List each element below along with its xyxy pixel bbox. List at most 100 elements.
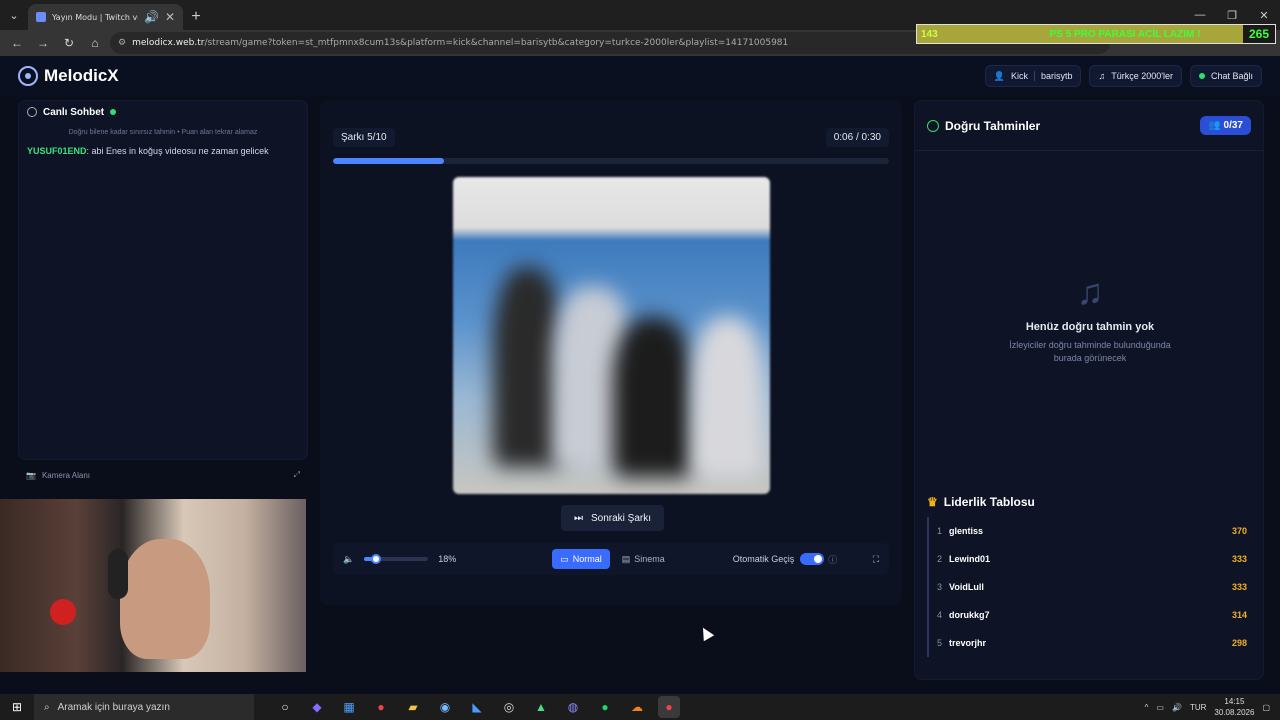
info-icon[interactable]: ⓘ <box>828 553 837 566</box>
guesses-title: Doğru Tahminler <box>945 118 1041 133</box>
empty-subtitle-line2: burada görünecek <box>1053 353 1127 363</box>
chat-username: YUSUF01END <box>27 146 87 156</box>
guesses-count-badge: 👥 0/37 <box>1200 116 1251 135</box>
site-info-icon[interactable]: ⚙ <box>118 38 126 48</box>
volume-knob[interactable] <box>370 554 381 564</box>
home-icon[interactable]: ⌂ <box>84 32 106 54</box>
windows-start-icon[interactable]: ⊞ <box>0 700 34 714</box>
forward-icon[interactable]: → <box>32 32 54 54</box>
app-icon[interactable]: ◣ <box>466 696 488 718</box>
url-host: melodicx.web.tr <box>132 38 205 48</box>
network-icon[interactable]: ▭ <box>1156 703 1164 712</box>
skip-next-icon: ⏭ <box>573 512 583 524</box>
mode-cinema-button[interactable]: ▤ Sinema <box>614 549 673 569</box>
music-note-icon: ♫ <box>1076 271 1104 312</box>
tray-chevron-icon[interactable]: ^ <box>1145 703 1149 712</box>
chat-bubble-icon <box>27 107 37 117</box>
leaderboard-header: ♛ Liderlik Tablosu <box>927 495 1035 509</box>
url-path: /stream/game?token=st_mtfpmnx8cum13s&pla… <box>204 38 789 48</box>
leaderboard-rank: 2 <box>937 554 943 564</box>
mouse-cursor-icon <box>697 624 715 642</box>
spotify-icon[interactable]: ● <box>594 696 616 718</box>
clock[interactable]: 14:15 30.08.2026 <box>1214 696 1254 718</box>
leaderboard-row: 2 Lewind01 333 <box>927 545 1253 573</box>
cloud-icon[interactable]: ☁ <box>626 696 648 718</box>
leaderboard-name: dorukkg7 <box>949 610 990 620</box>
store-icon[interactable]: ▦ <box>338 696 360 718</box>
leaderboard-name: glentiss <box>949 526 984 536</box>
player-panel: Şarkı 5/10 0:06 / 0:30 ⏭ Sonraki Şarkı 🔈… <box>320 100 902 605</box>
leaderboard-name: VoidLull <box>949 582 984 592</box>
leaderboard-rank: 3 <box>937 582 943 592</box>
leaderboard-score: 333 <box>1231 554 1247 564</box>
chat-message: YUSUF01END: abi Enes in koğuş videosu ne… <box>19 146 307 156</box>
auto-switch-label: Otomatik Geçiş <box>732 554 795 564</box>
search-icon: ⌕ <box>44 701 50 713</box>
progress-fill <box>333 158 445 164</box>
app-icon[interactable]: ▲ <box>530 696 552 718</box>
guesses-header: Doğru Tahminler 👥 0/37 <box>915 101 1263 151</box>
banner-left-number: 143 <box>921 28 938 40</box>
song-progress-bar <box>333 158 889 164</box>
app-icon[interactable]: ◆ <box>306 696 328 718</box>
chat-text: : abi Enes in koğuş videosu ne zaman gel… <box>86 146 269 156</box>
mode-normal-button[interactable]: ▭ Normal <box>552 549 610 569</box>
app-icon[interactable]: ◎ <box>498 696 520 718</box>
leaderboard-row: 4 dorukkg7 314 <box>927 601 1253 629</box>
leaderboard-row: 1 glentiss 370 <box>927 517 1253 545</box>
guesses-panel: Doğru Tahminler 👥 0/37 ♫ Henüz doğru tah… <box>914 100 1264 680</box>
category-pill: ♫ Türkçe 2000'ler <box>1089 65 1182 87</box>
reload-icon[interactable]: ↻ <box>58 32 80 54</box>
folder-icon[interactable]: ▰ <box>402 696 424 718</box>
camera-label: Kamera Alanı <box>41 470 90 480</box>
browser-tab[interactable]: Yayın Modu | Twitch ve Kick 🔊 ✕ <box>28 4 183 30</box>
leaderboard-row: 5 trevorjhr 298 <box>927 629 1253 657</box>
volume-slider[interactable] <box>364 554 429 564</box>
webcam-feed <box>0 499 306 672</box>
auto-switch-toggle[interactable] <box>800 553 825 565</box>
chrome-icon[interactable]: ● <box>370 696 392 718</box>
time-separator: / <box>855 132 859 143</box>
steam-icon[interactable]: ◉ <box>434 696 456 718</box>
leaderboard-rank: 4 <box>937 610 943 620</box>
notification-icon[interactable]: ▢ <box>1262 703 1270 712</box>
song-counter: Şarkı 5/10 <box>333 128 395 147</box>
chat-title: Canlı Sohbet <box>43 106 105 118</box>
next-song-label: Sonraki Şarkı <box>590 512 652 524</box>
volume-icon[interactable]: 🔈 <box>343 554 354 565</box>
logo[interactable]: MelodicX <box>18 66 119 86</box>
platform-label: Kick <box>1010 71 1028 81</box>
music-note-icon: ♫ <box>1098 71 1106 81</box>
time-total: 0:30 <box>861 132 881 143</box>
tab-close-icon[interactable]: ✕ <box>165 10 175 24</box>
taskbar-search[interactable]: ⌕ Aramak için buraya yazın <box>34 694 254 720</box>
back-icon[interactable]: ← <box>6 32 28 54</box>
check-circle-icon <box>927 119 939 132</box>
camera-area-header: 📷 Kamera Alanı ⤢ <box>18 466 308 484</box>
task-view-icon[interactable]: ○ <box>274 696 296 718</box>
guesses-count: 0/37 <box>1223 120 1243 131</box>
chrome-active-icon[interactable]: ● <box>658 696 680 718</box>
leaderboard-name: trevorjhr <box>949 638 987 648</box>
chat-hint: Doğru bilene kadar sınırsız tahmin • Pua… <box>68 129 258 136</box>
clock-date: 30.08.2026 <box>1214 708 1255 717</box>
fullscreen-icon[interactable]: ⛶ <box>873 554 879 565</box>
mode-normal-label: Normal <box>572 554 602 564</box>
speaker-icon[interactable]: 🔊 <box>1172 703 1182 712</box>
expand-icon[interactable]: ⤢ <box>294 470 300 480</box>
tab-search-icon[interactable]: ⌄ <box>0 0 28 30</box>
leaderboard-list: 1 glentiss 370 2 Lewind01 333 3 VoidLull… <box>927 517 1253 657</box>
empty-subtitle: İzleyiciler doğru tahminde bulunduğunda … <box>915 339 1265 365</box>
live-dot-icon <box>110 109 117 115</box>
leaderboard-rank: 5 <box>937 638 943 648</box>
logo-text: MelodicX <box>44 66 119 85</box>
leaderboard-score: 314 <box>1231 610 1247 620</box>
blurred-album-art <box>453 177 770 494</box>
discord-icon[interactable]: ◍ <box>562 696 584 718</box>
keyboard-lang[interactable]: TUR <box>1190 703 1206 712</box>
next-song-button[interactable]: ⏭ Sonraki Şarkı <box>561 505 664 531</box>
channel-label: barisytb <box>1040 71 1073 81</box>
new-tab-button[interactable]: + <box>183 4 209 30</box>
taskbar-apps: ○ ◆ ▦ ● ▰ ◉ ◣ ◎ ▲ ◍ ● ☁ ● <box>274 696 680 718</box>
tab-audio-icon[interactable]: 🔊 <box>144 10 159 24</box>
